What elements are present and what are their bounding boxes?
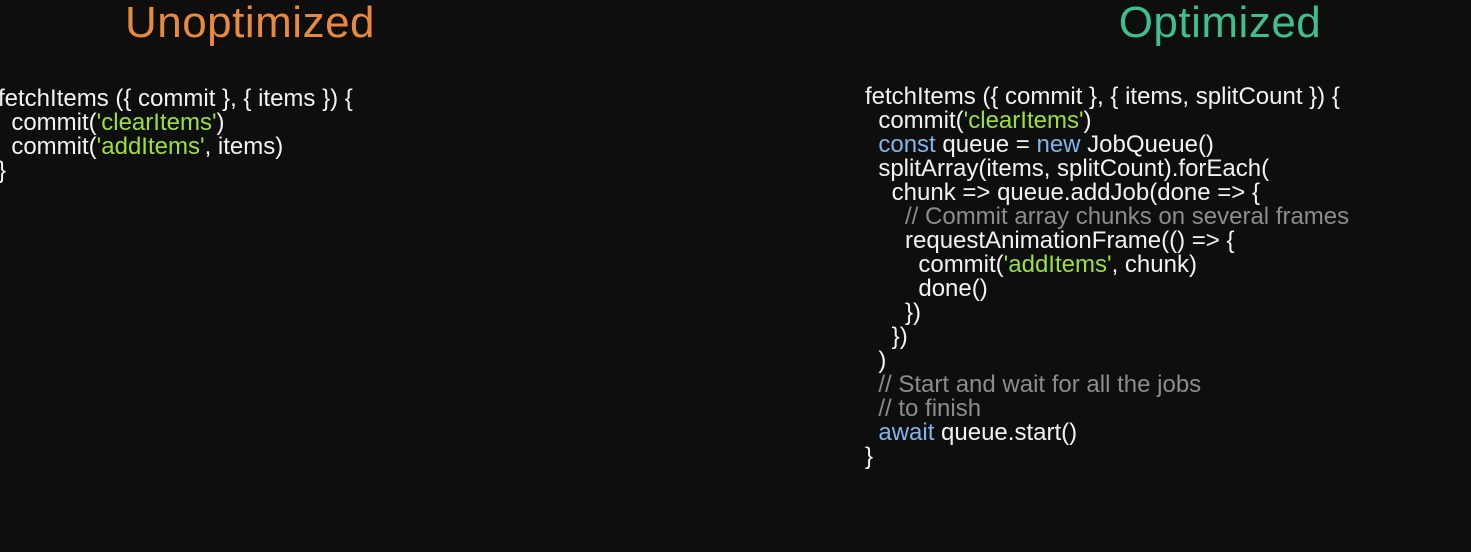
code-token-plain: })	[865, 299, 922, 326]
code-token-plain: )	[865, 347, 887, 374]
code-token-string: 'clearItems'	[963, 107, 1084, 134]
code-line: // to finish	[865, 395, 1349, 422]
code-token-plain: fetchItems ({ commit }, { items, splitCo…	[865, 83, 1340, 110]
code-line: const queue = new JobQueue()	[865, 131, 1349, 158]
code-line: }	[865, 443, 1349, 470]
code-line: fetchItems ({ commit }, { items }) {	[0, 83, 353, 112]
code-token-plain: JobQueue()	[1080, 131, 1214, 158]
code-token-string: 'addItems'	[1003, 251, 1112, 278]
unoptimized-code-block: fetchItems ({ commit }, { items }) { com…	[0, 83, 353, 184]
code-line: commit('clearItems')	[865, 107, 1349, 134]
code-line: fetchItems ({ commit }, { items, splitCo…	[865, 83, 1349, 110]
code-token-comment: // Start and wait for all the jobs	[865, 371, 1202, 398]
code-token-plain: commit(	[0, 133, 97, 160]
code-token-keyword: const	[878, 131, 936, 158]
code-token-plain: requestAnimationFrame(() => {	[865, 227, 1235, 254]
code-line: requestAnimationFrame(() => {	[865, 227, 1349, 254]
code-token-string: 'addItems'	[96, 133, 205, 160]
code-token-comment: // Commit array chunks on several frames	[865, 203, 1350, 230]
code-token-plain: commit(	[865, 107, 964, 134]
code-token-keyword: await	[878, 419, 935, 446]
code-token-plain: commit(	[865, 251, 1004, 278]
code-line: // Commit array chunks on several frames	[865, 203, 1350, 230]
code-line: commit('addItems', chunk)	[865, 251, 1349, 278]
code-token-plain: done()	[865, 275, 988, 302]
code-line: })	[865, 299, 1349, 326]
code-line: )	[865, 347, 1349, 374]
code-token-plain: )	[1083, 107, 1092, 134]
code-token-plain: queue.start()	[934, 419, 1078, 446]
unoptimized-title: Unoptimized	[124, 0, 376, 47]
code-line: await queue.start()	[865, 419, 1349, 446]
code-line: })	[865, 323, 1349, 350]
code-token-plain: chunk => queue.addJob(done => {	[865, 179, 1260, 206]
code-token-plain: }	[865, 443, 874, 470]
code-line: commit('addItems', items)	[0, 131, 353, 160]
code-token-plain: splitArray(items, splitCount).forEach(	[865, 155, 1270, 182]
optimized-code-block: fetchItems ({ commit }, { items, splitCo…	[865, 83, 1350, 470]
code-token-plain: queue =	[935, 131, 1037, 158]
code-token-plain: })	[865, 323, 908, 350]
code-line: done()	[865, 275, 1349, 302]
optimized-title: Optimized	[1118, 0, 1322, 47]
code-token-comment: // to finish	[865, 395, 982, 422]
code-token-plain: , items)	[204, 133, 284, 160]
code-line: // Start and wait for all the jobs	[865, 371, 1349, 398]
code-line: splitArray(items, splitCount).forEach(	[865, 155, 1349, 182]
code-line: chunk => queue.addJob(done => {	[865, 179, 1349, 206]
code-token-keyword: new	[1036, 131, 1081, 158]
code-token-plain: }	[0, 157, 6, 184]
code-token-plain: , chunk)	[1111, 251, 1197, 278]
